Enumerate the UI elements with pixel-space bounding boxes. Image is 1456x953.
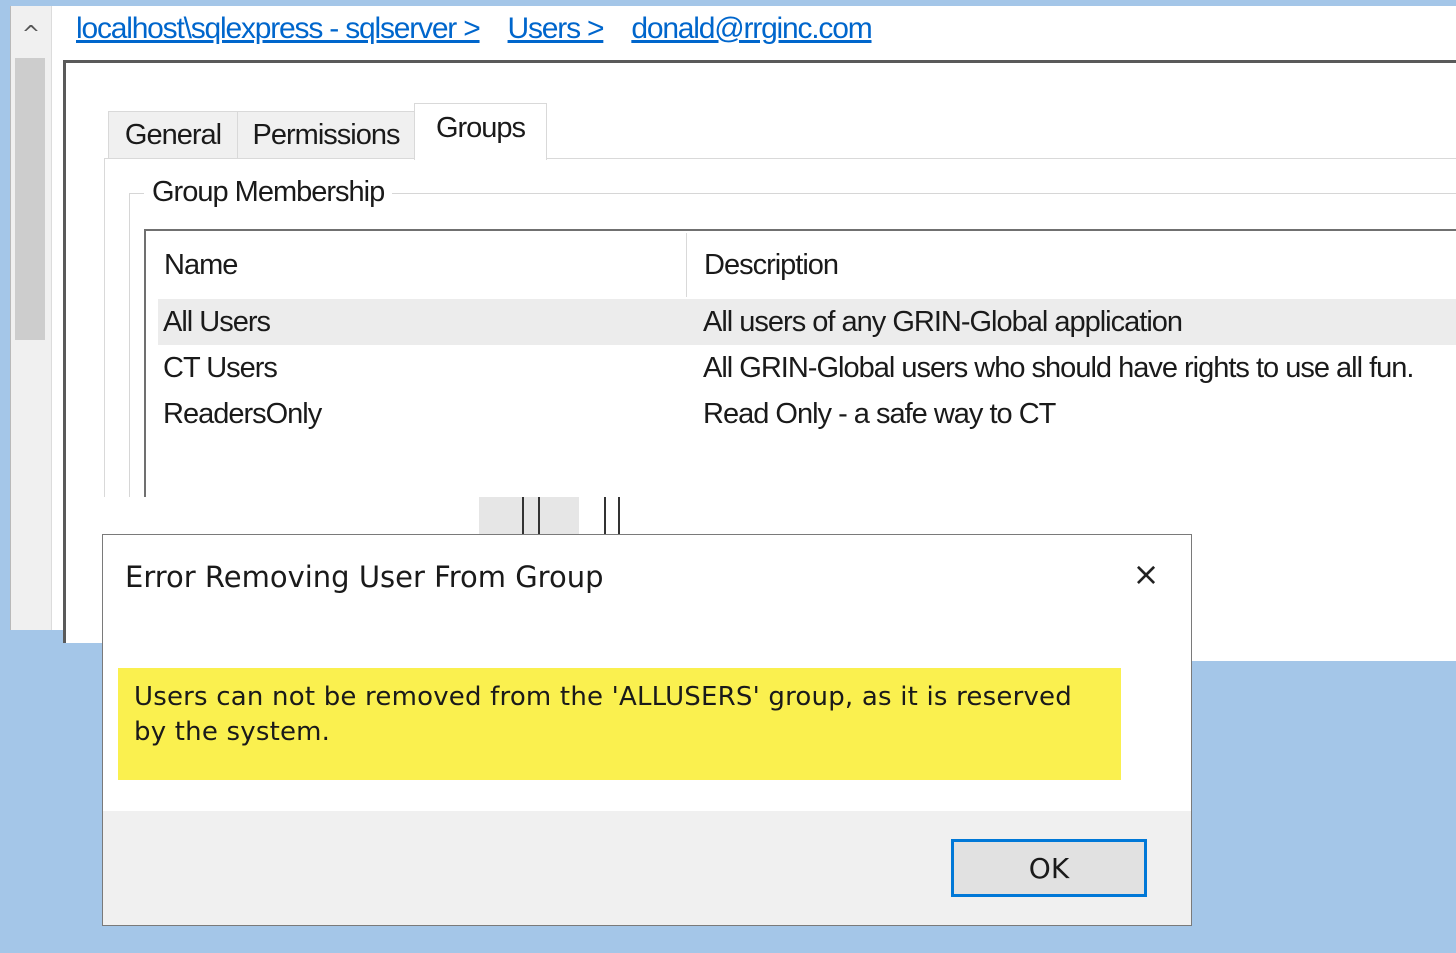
error-message-box: Users can not be removed from the 'ALLUS… bbox=[118, 668, 1121, 780]
divider bbox=[604, 497, 606, 535]
tab-general[interactable]: General bbox=[108, 111, 238, 159]
column-header-description[interactable]: Description bbox=[686, 231, 1456, 299]
row-description-cell: All users of any GRIN-Global application bbox=[703, 306, 1183, 338]
close-icon[interactable]: × bbox=[1117, 549, 1175, 601]
table-row[interactable]: CT Users All GRIN-Global users who shoul… bbox=[158, 345, 1456, 391]
tab-groups[interactable]: Groups bbox=[414, 103, 547, 160]
vertical-scrollbar[interactable]: ^ bbox=[11, 6, 52, 630]
divider bbox=[538, 497, 540, 535]
divider bbox=[618, 497, 620, 535]
breadcrumb-users-link[interactable]: Users > bbox=[508, 8, 605, 50]
row-name-cell: CT Users bbox=[163, 352, 278, 384]
table-row[interactable]: All Users All users of any GRIN-Global a… bbox=[158, 299, 1456, 345]
row-description-cell: All GRIN-Global users who should have ri… bbox=[703, 352, 1414, 384]
background-button-remnant bbox=[102, 497, 1192, 535]
row-name-cell: All Users bbox=[163, 306, 271, 338]
dialog-button-bar: OK bbox=[103, 811, 1191, 925]
breadcrumb-user-link[interactable]: donald@rrginc.com bbox=[631, 8, 872, 50]
ok-button[interactable]: OK bbox=[951, 839, 1147, 897]
error-message-text: Users can not be removed from the 'ALLUS… bbox=[134, 682, 1072, 747]
error-dialog: Error Removing User From Group × Users c… bbox=[102, 534, 1192, 926]
column-header-name[interactable]: Name bbox=[146, 231, 686, 299]
dialog-title: Error Removing User From Group bbox=[125, 560, 604, 594]
row-description-cell: Read Only - a safe way to CT bbox=[703, 398, 1056, 430]
row-name-cell: ReadersOnly bbox=[163, 398, 322, 430]
group-membership-title: Group Membership bbox=[144, 172, 393, 212]
breadcrumb-server-link[interactable]: localhost\sqlexpress - sqlserver > bbox=[76, 8, 481, 50]
breadcrumb: localhost\sqlexpress - sqlserver > Users … bbox=[76, 8, 900, 50]
tab-permissions[interactable]: Permissions bbox=[237, 111, 415, 159]
table-row[interactable]: ReadersOnly Read Only - a safe way to CT bbox=[158, 391, 1456, 437]
scrollbar-thumb[interactable] bbox=[15, 58, 45, 340]
scroll-up-arrow-icon[interactable]: ^ bbox=[11, 6, 51, 50]
divider bbox=[522, 497, 524, 535]
obscured-button bbox=[479, 497, 579, 535]
